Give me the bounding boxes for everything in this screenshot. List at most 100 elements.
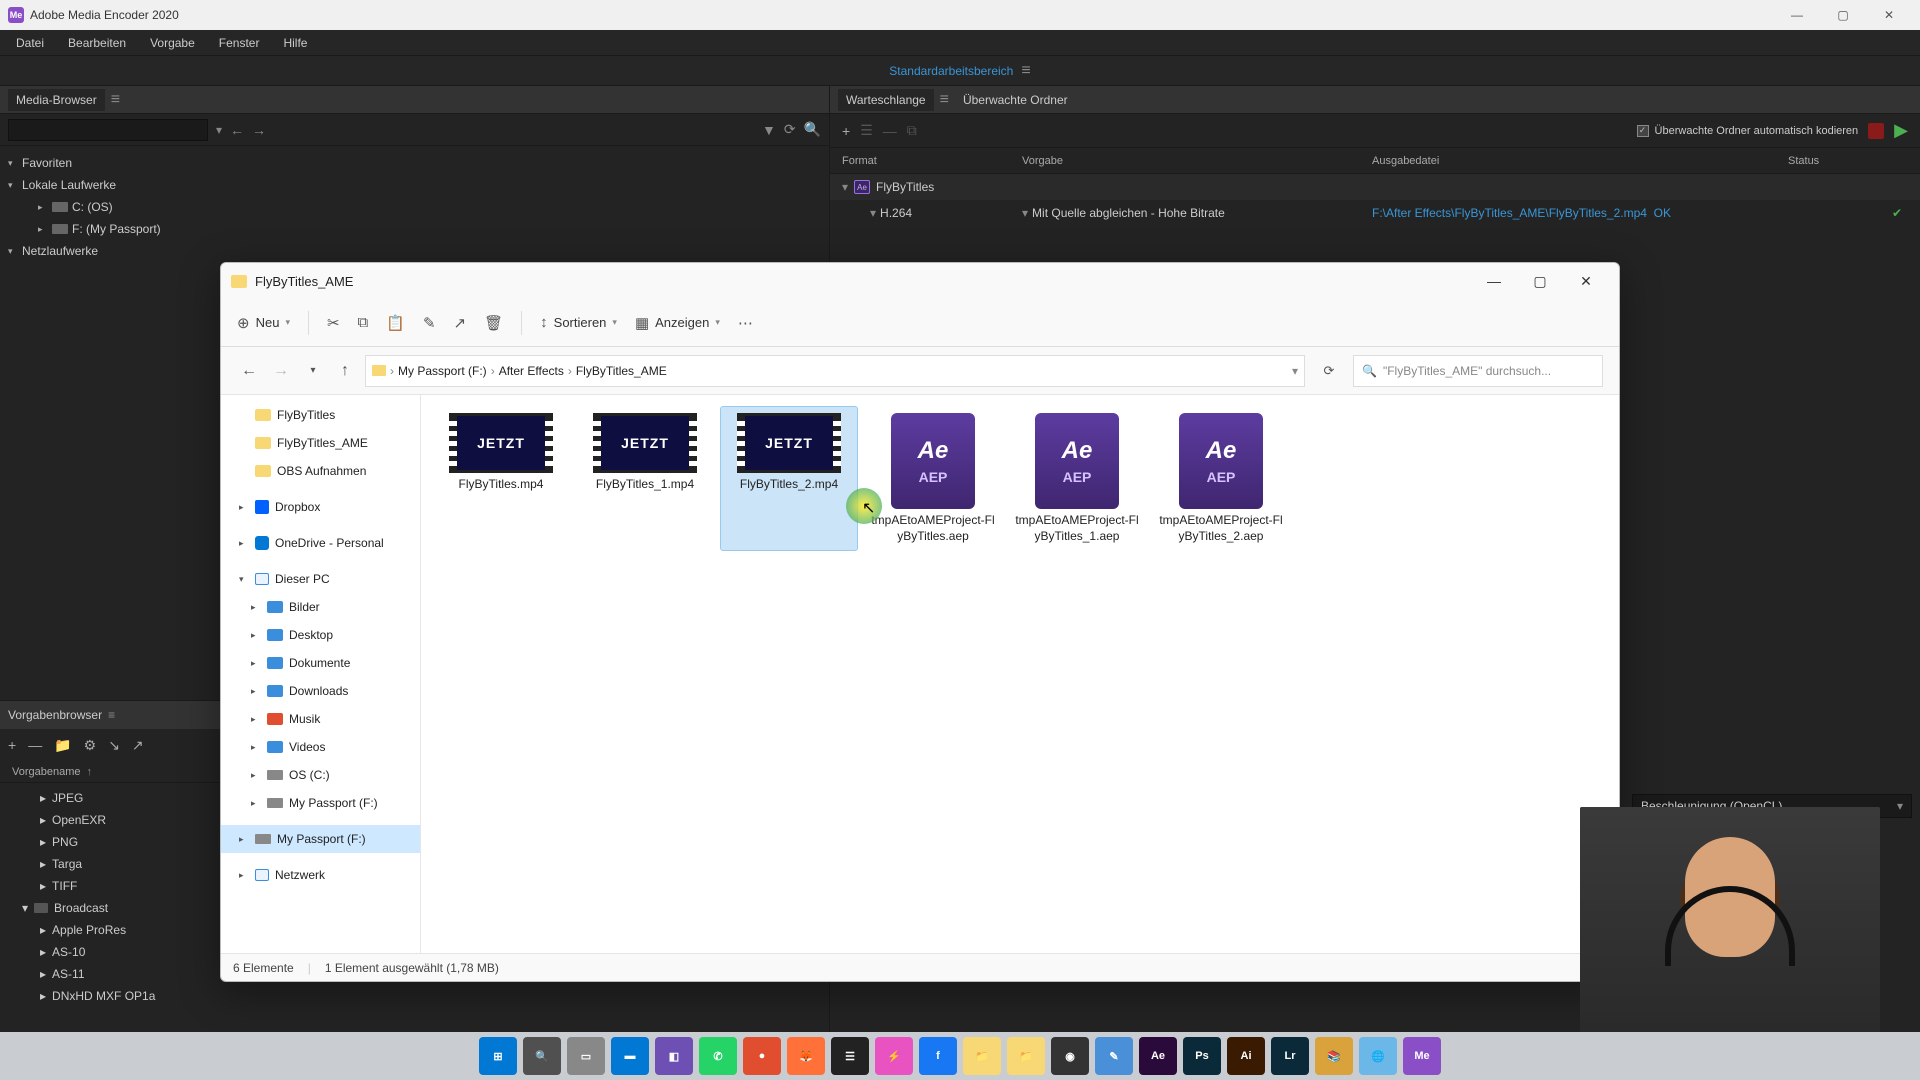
preset-browser-tab[interactable]: Vorgabenbrowser xyxy=(8,708,102,722)
taskbar-icon[interactable]: Lr xyxy=(1271,1037,1309,1075)
sidebar-pc-bilder[interactable]: ▸Bilder xyxy=(221,593,420,621)
preset-add-button[interactable]: + xyxy=(8,737,16,753)
menu-vorgabe[interactable]: Vorgabe xyxy=(140,34,205,52)
auto-encode-checkbox[interactable]: ✓Überwachte Ordner automatisch kodieren xyxy=(1637,125,1859,137)
taskbar-icon[interactable]: ▬ xyxy=(611,1037,649,1075)
search-icon[interactable]: 🔍 xyxy=(804,121,821,138)
delete-button[interactable]: 🗑 xyxy=(484,314,503,332)
col-format[interactable]: Format xyxy=(842,155,1022,167)
sidebar-network[interactable]: ▸Netzwerk xyxy=(221,861,420,889)
breadcrumb-item[interactable]: My Passport (F:) xyxy=(398,364,487,378)
breadcrumb-item[interactable]: FlyByTitles_AME xyxy=(576,364,667,378)
rename-button[interactable]: ✎ xyxy=(423,314,436,332)
workspace-menu-icon[interactable]: ≡ xyxy=(1021,62,1030,80)
col-status[interactable]: Status xyxy=(1788,155,1908,167)
tree-drive-c[interactable]: ▸C: (OS) xyxy=(0,196,829,218)
media-browser-tab[interactable]: Media-Browser xyxy=(8,89,105,111)
file-item[interactable]: JETZTFlyByTitles_1.mp4 xyxy=(577,407,713,550)
taskbar-icon[interactable]: ☰ xyxy=(831,1037,869,1075)
taskbar-icon[interactable]: 🌐 xyxy=(1359,1037,1397,1075)
taskbar-icon[interactable]: ⚡ xyxy=(875,1037,913,1075)
sidebar-quick-flybytitles[interactable]: FlyByTitles xyxy=(221,401,420,429)
file-item[interactable]: AeAEPtmpAEtoAMEProject-FlyByTitles_2.aep xyxy=(1153,407,1289,550)
new-button[interactable]: ⊕Neu▾ xyxy=(237,314,290,332)
tree-drive-f[interactable]: ▸F: (My Passport) xyxy=(0,218,829,240)
sidebar-pc-desktop[interactable]: ▸Desktop xyxy=(221,621,420,649)
sidebar-quick-flybytitles-ame[interactable]: FlyByTitles_AME xyxy=(221,429,420,457)
workspace-label[interactable]: Standardarbeitsbereich xyxy=(889,64,1013,78)
preset-folder-button[interactable]: 📁 xyxy=(54,737,71,754)
taskbar[interactable]: ⊞🔍▭▬◧✆●🦊☰⚡f📁📁◉✎AePsAiLr📚🌐Me xyxy=(0,1032,1920,1080)
taskbar-icon[interactable]: 📚 xyxy=(1315,1037,1353,1075)
more-button[interactable]: ⋯ xyxy=(738,314,753,332)
ame-minimize-button[interactable]: — xyxy=(1774,0,1820,30)
cut-button[interactable]: ✂ xyxy=(327,314,340,332)
browser-path-input[interactable] xyxy=(8,119,208,141)
sidebar-this-pc[interactable]: ▾Dieser PC xyxy=(221,565,420,593)
explorer-minimize-button[interactable]: — xyxy=(1471,263,1517,299)
refresh-icon[interactable]: ⟳ xyxy=(784,121,796,138)
explorer-maximize-button[interactable]: ▢ xyxy=(1517,263,1563,299)
share-button[interactable]: ↗ xyxy=(454,314,467,332)
menu-fenster[interactable]: Fenster xyxy=(209,34,270,52)
taskbar-icon[interactable]: Ae xyxy=(1139,1037,1177,1075)
sort-button[interactable]: ↕Sortieren▾ xyxy=(540,314,617,331)
view-button[interactable]: ▦Anzeigen▾ xyxy=(635,314,720,332)
explorer-titlebar[interactable]: FlyByTitles_AME — ▢ ✕ xyxy=(221,263,1619,299)
file-item[interactable]: JETZTFlyByTitles_2.mp4 xyxy=(721,407,857,550)
stop-button[interactable] xyxy=(1868,123,1884,139)
queue-duplicate-button[interactable]: ⧉ xyxy=(907,122,917,139)
preset-settings-button[interactable]: ⚙ xyxy=(84,737,97,754)
taskbar-icon[interactable]: ◉ xyxy=(1051,1037,1089,1075)
paste-button[interactable]: 📋 xyxy=(386,314,405,332)
tree-local-drives[interactable]: ▾Lokale Laufwerke xyxy=(0,174,829,196)
sidebar-pc-passport[interactable]: ▸My Passport (F:) xyxy=(221,789,420,817)
nav-history-button[interactable]: ▾ xyxy=(301,365,325,376)
tree-network-drives[interactable]: ▾Netzlaufwerke xyxy=(0,240,829,262)
taskbar-icon[interactable]: ▭ xyxy=(567,1037,605,1075)
breadcrumb[interactable]: › My Passport (F:)› After Effects› FlyBy… xyxy=(365,355,1305,387)
file-item[interactable]: JETZTFlyByTitles.mp4 xyxy=(433,407,569,550)
preset-remove-button[interactable]: — xyxy=(28,737,42,753)
taskbar-icon[interactable]: Ps xyxy=(1183,1037,1221,1075)
preset-import-button[interactable]: ↘ xyxy=(108,737,120,754)
taskbar-icon[interactable]: ⊞ xyxy=(479,1037,517,1075)
breadcrumb-item[interactable]: After Effects xyxy=(499,364,564,378)
queue-item-output[interactable]: ▾H.264 ▾Mit Quelle abgleichen - Hohe Bit… xyxy=(830,200,1920,226)
sidebar-dropbox[interactable]: ▸Dropbox xyxy=(221,493,420,521)
tree-favorites[interactable]: ▾Favoriten xyxy=(0,152,829,174)
sidebar-passport-drive[interactable]: ▸My Passport (F:) xyxy=(221,825,420,853)
taskbar-icon[interactable]: 🔍 xyxy=(523,1037,561,1075)
taskbar-icon[interactable]: 📁 xyxy=(963,1037,1001,1075)
watched-folders-tab[interactable]: Überwachte Ordner xyxy=(955,89,1076,111)
sidebar-pc-videos[interactable]: ▸Videos xyxy=(221,733,420,761)
nav-up-button[interactable]: ↑ xyxy=(333,362,357,380)
refresh-button[interactable]: ⟳ xyxy=(1313,363,1345,379)
sidebar-onedrive[interactable]: ▸OneDrive - Personal xyxy=(221,529,420,557)
ame-close-button[interactable]: ✕ xyxy=(1866,0,1912,30)
sidebar-quick-obs[interactable]: OBS Aufnahmen xyxy=(221,457,420,485)
browser-forward-icon[interactable]: → xyxy=(252,122,266,138)
sidebar-pc-os-c[interactable]: ▸OS (C:) xyxy=(221,761,420,789)
nav-forward-button[interactable]: → xyxy=(269,362,293,380)
filter-icon[interactable]: ▼ xyxy=(762,122,776,138)
preset-export-button[interactable]: ↗ xyxy=(132,737,144,754)
play-button[interactable]: ▶ xyxy=(1894,120,1908,141)
browser-back-icon[interactable]: ← xyxy=(230,122,244,138)
queue-preset-button[interactable]: ☰ xyxy=(860,122,873,139)
taskbar-icon[interactable]: f xyxy=(919,1037,957,1075)
copy-button[interactable]: ⧉ xyxy=(358,314,369,331)
taskbar-icon[interactable]: ✆ xyxy=(699,1037,737,1075)
menu-bearbeiten[interactable]: Bearbeiten xyxy=(58,34,136,52)
explorer-file-area[interactable]: JETZTFlyByTitles.mp4JETZTFlyByTitles_1.m… xyxy=(421,395,1619,953)
taskbar-icon[interactable]: Me xyxy=(1403,1037,1441,1075)
queue-output-path[interactable]: F:\After Effects\FlyByTitles_AME\FlyByTi… xyxy=(1372,206,1647,220)
sidebar-pc-dokumente[interactable]: ▸Dokumente xyxy=(221,649,420,677)
queue-tab[interactable]: Warteschlange xyxy=(838,89,934,111)
taskbar-icon[interactable]: 📁 xyxy=(1007,1037,1045,1075)
sidebar-pc-downloads[interactable]: ▸Downloads xyxy=(221,677,420,705)
sidebar-pc-musik[interactable]: ▸Musik xyxy=(221,705,420,733)
explorer-close-button[interactable]: ✕ xyxy=(1563,263,1609,299)
taskbar-icon[interactable]: 🦊 xyxy=(787,1037,825,1075)
col-output[interactable]: Ausgabedatei xyxy=(1372,155,1788,167)
